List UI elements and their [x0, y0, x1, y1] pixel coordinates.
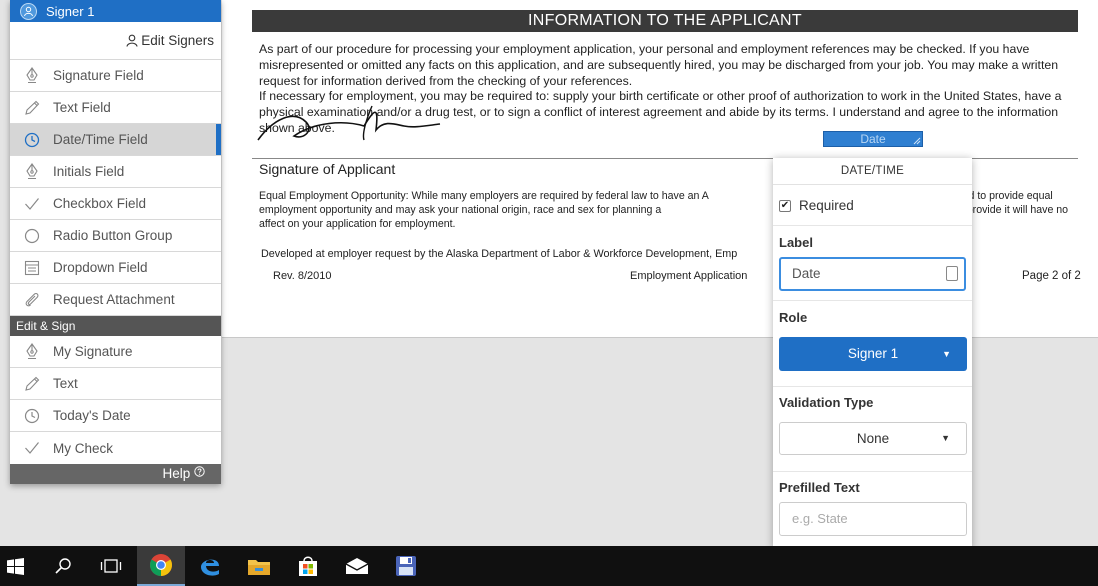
- edit-signers-button[interactable]: Edit Signers: [10, 22, 221, 60]
- sidebar-item-label: Checkbox Field: [53, 196, 147, 211]
- user-icon: [126, 34, 138, 47]
- save-app-icon[interactable]: [382, 546, 430, 586]
- checkmark-icon: [23, 439, 41, 457]
- required-label: Required: [799, 198, 854, 213]
- document-paragraph: As part of our procedure for processing …: [259, 42, 1059, 88]
- date-field-label: Date: [860, 132, 886, 146]
- sidebar-item-label: Dropdown Field: [53, 260, 148, 275]
- sidebar-item-label: Text: [53, 376, 78, 391]
- checkbox-checked-icon[interactable]: ✔: [779, 199, 791, 212]
- divider: [773, 300, 972, 301]
- sidebar-item-label: Signature Field: [53, 68, 144, 83]
- sidebar-item-text[interactable]: Text: [10, 368, 221, 400]
- divider: [773, 225, 972, 226]
- label-heading: Label: [779, 235, 813, 250]
- revision-label: Rev. 8/2010: [273, 270, 332, 282]
- caret-down-icon: ▼: [942, 349, 951, 359]
- role-select[interactable]: Signer 1 ▼: [779, 337, 967, 371]
- sidebar-item-dropdown-field[interactable]: Dropdown Field: [10, 252, 221, 284]
- validation-type-heading: Validation Type: [779, 395, 874, 410]
- clock-icon: [23, 407, 41, 425]
- sidebar-item-label: My Check: [53, 440, 114, 456]
- sidebar-item-label: Text Field: [53, 100, 111, 115]
- field-picker-icon[interactable]: [946, 266, 958, 281]
- date-time-properties-panel: DATE/TIME ✔ Required Label Date Role Sig…: [773, 158, 972, 548]
- help-label: Help: [162, 466, 191, 481]
- role-heading: Role: [779, 310, 808, 325]
- sidebar-item-radio-button-group[interactable]: Radio Button Group: [10, 220, 221, 252]
- user-avatar-icon: [20, 2, 37, 20]
- sidebar-item-text-field[interactable]: Text Field: [10, 92, 221, 124]
- section-header-edit-sign: Edit & Sign: [10, 316, 221, 336]
- pen-nib-icon: [23, 163, 41, 181]
- pen-nib-icon: [23, 343, 41, 361]
- checkmark-icon: [23, 195, 41, 213]
- signature-title: Signature of Applicant: [259, 161, 396, 177]
- pencil-icon: [23, 99, 41, 117]
- edge-icon[interactable]: [186, 546, 234, 586]
- sidebar-item-signature-field[interactable]: Signature Field: [10, 60, 221, 92]
- dropdown-list-icon: [23, 259, 41, 277]
- sidebar-item-request-attachment[interactable]: Request Attachment: [10, 284, 221, 316]
- sidebar-item-label: Initials Field: [53, 164, 125, 179]
- sidebar-item-my-check[interactable]: My Check: [10, 432, 221, 464]
- sidebar-item-label: Radio Button Group: [53, 228, 173, 243]
- form-name: Employment Application: [630, 270, 748, 282]
- sidebar-item-label: My Signature: [53, 344, 133, 359]
- fields-sidebar: Signer 1 Edit Signers Signature Field Te…: [10, 0, 221, 484]
- validation-type-select[interactable]: None ▼: [779, 422, 967, 455]
- page-number: Page 2 of 2: [1022, 270, 1081, 282]
- prefilled-text-input[interactable]: e.g. State: [779, 502, 967, 536]
- label-input-value: Date: [792, 266, 821, 281]
- prefilled-text-heading: Prefilled Text: [779, 480, 860, 495]
- pen-nib-icon: [23, 67, 41, 85]
- edit-signers-label: Edit Signers: [141, 33, 214, 48]
- signer-name: Signer 1: [46, 3, 95, 19]
- mail-icon[interactable]: [333, 546, 381, 586]
- required-checkbox[interactable]: ✔ Required: [779, 198, 854, 213]
- task-view-icon[interactable]: [87, 546, 135, 586]
- document-header: INFORMATION TO THE APPLICANT: [252, 10, 1078, 32]
- radio-icon: [23, 227, 41, 245]
- clock-icon: [23, 131, 41, 149]
- sidebar-item-label: Date/Time Field: [53, 132, 148, 147]
- prefilled-placeholder: e.g. State: [792, 511, 848, 526]
- role-value: Signer 1: [847, 346, 899, 361]
- question-circle-icon: [194, 466, 205, 477]
- label-input[interactable]: Date: [779, 257, 966, 291]
- search-icon[interactable]: [39, 546, 87, 586]
- pencil-icon: [23, 375, 41, 393]
- resize-grip-icon[interactable]: [912, 136, 921, 145]
- divider: [773, 386, 972, 387]
- sidebar-item-label: Today's Date: [53, 408, 131, 423]
- caret-down-icon: ▼: [941, 433, 950, 443]
- handwritten-signature: [257, 105, 441, 141]
- windows-start-icon[interactable]: [0, 546, 39, 586]
- sidebar-item-initials-field[interactable]: Initials Field: [10, 156, 221, 188]
- sidebar-item-my-signature[interactable]: My Signature: [10, 336, 221, 368]
- sidebar-item-checkbox-field[interactable]: Checkbox Field: [10, 188, 221, 220]
- store-icon[interactable]: [284, 546, 332, 586]
- sidebar-item-date-time-field[interactable]: Date/Time Field: [10, 124, 221, 156]
- panel-title: DATE/TIME: [773, 158, 972, 185]
- file-explorer-icon[interactable]: [235, 546, 283, 586]
- developed-note: Developed at employer request by the Ala…: [261, 248, 738, 260]
- date-field-placeholder[interactable]: Date: [823, 131, 923, 147]
- validation-type-value: None: [856, 431, 890, 446]
- sidebar-item-todays-date[interactable]: Today's Date: [10, 400, 221, 432]
- signer-header[interactable]: Signer 1: [10, 0, 221, 22]
- sidebar-item-label: Request Attachment: [53, 292, 175, 307]
- windows-taskbar: [0, 546, 1098, 586]
- help-button[interactable]: Help: [10, 464, 221, 484]
- chrome-icon[interactable]: [137, 546, 185, 586]
- divider: [773, 471, 972, 472]
- paperclip-icon: [23, 291, 41, 309]
